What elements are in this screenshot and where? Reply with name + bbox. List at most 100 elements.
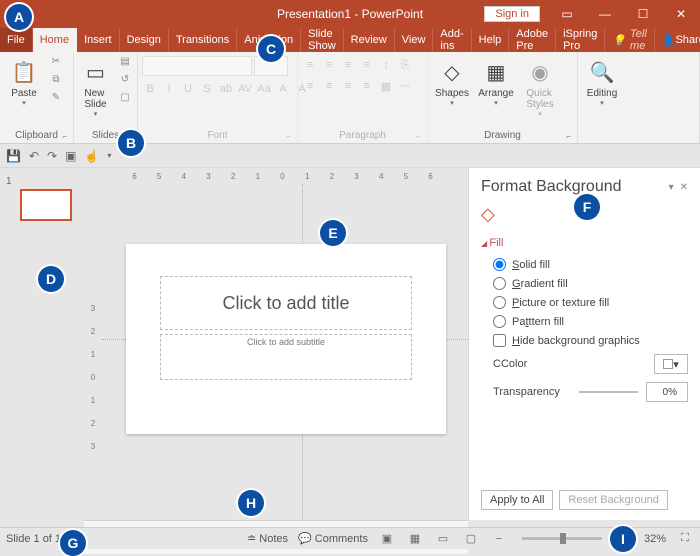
- pane-options-icon[interactable]: ▾: [669, 182, 674, 193]
- ribbon: 📋 Paste▾ ✂ ⧉ ✎ Clipboard⌐ ▭ New Slide▾ ▤…: [0, 52, 700, 144]
- save-icon[interactable]: 💾: [6, 149, 21, 163]
- badge-d: D: [38, 266, 64, 292]
- tab-view[interactable]: View: [395, 28, 434, 52]
- badge-e: E: [320, 220, 346, 246]
- fit-window-icon[interactable]: ⛶: [676, 532, 694, 545]
- subtitle-placeholder[interactable]: Click to add subtitle: [160, 334, 412, 380]
- pane-title: Format Background: [481, 178, 663, 196]
- editing-button[interactable]: 🔍Editing▾: [582, 56, 622, 107]
- tab-addins[interactable]: Add-ins: [433, 28, 471, 52]
- sorter-view-icon[interactable]: ▦: [406, 532, 424, 545]
- comments-toggle[interactable]: 💬 Comments: [298, 532, 368, 545]
- zoom-level[interactable]: 32%: [644, 533, 666, 545]
- tab-design[interactable]: Design: [120, 28, 169, 52]
- shapes-icon: ◇: [438, 58, 466, 86]
- thumb-number: 1: [6, 176, 78, 187]
- slideshow-view-icon[interactable]: ▢: [462, 532, 480, 545]
- transparency-slider[interactable]: [579, 391, 638, 393]
- quick-styles-button[interactable]: ◉Quick Styles▾: [520, 56, 560, 118]
- paste-button[interactable]: 📋 Paste▾: [4, 56, 44, 107]
- close-icon[interactable]: ✕: [662, 0, 700, 28]
- badge-f: F: [574, 194, 600, 220]
- slide-canvas[interactable]: Click to add title Click to add subtitle: [102, 184, 468, 520]
- start-from-beginning-icon[interactable]: ▣: [65, 149, 76, 163]
- arrange-button[interactable]: ▦Arrange▾: [476, 56, 516, 107]
- notes-toggle[interactable]: ≐ Notes: [247, 532, 288, 545]
- tab-tellme[interactable]: 💡Tell me: [605, 28, 654, 52]
- format-painter-icon[interactable]: ✎: [48, 92, 64, 108]
- tab-review[interactable]: Review: [344, 28, 395, 52]
- tab-help[interactable]: Help: [472, 28, 510, 52]
- quick-access-toolbar: 💾 ↶ ↷ ▣ ☝ ▾: [0, 144, 700, 168]
- tab-adobe[interactable]: Adobe Pre: [509, 28, 556, 52]
- tab-insert[interactable]: Insert: [77, 28, 120, 52]
- window-title: Presentation1 - PowerPoint: [277, 7, 423, 21]
- slide-thumbnails-panel: 1: [0, 168, 84, 520]
- badge-h: H: [238, 490, 264, 516]
- group-clipboard: 📋 Paste▾ ✂ ⧉ ✎ Clipboard⌐: [0, 52, 74, 143]
- picture-fill-option[interactable]: Picture or texture fill: [481, 293, 688, 312]
- ribbon-tabs: File Home Insert Design Transitions Anim…: [0, 28, 700, 52]
- fill-section[interactable]: Fill: [481, 237, 688, 249]
- ribbon-options-icon[interactable]: ▭: [548, 0, 586, 28]
- apply-to-all-button[interactable]: Apply to All: [481, 490, 553, 510]
- undo-icon[interactable]: ↶: [29, 149, 39, 163]
- solid-fill-option[interactable]: Solid fill: [481, 255, 688, 274]
- cut-icon[interactable]: ✂: [48, 56, 64, 72]
- maximize-icon[interactable]: ☐: [624, 0, 662, 28]
- badge-b: B: [118, 130, 144, 156]
- title-placeholder[interactable]: Click to add title: [160, 276, 412, 330]
- format-background-pane: Format Background ▾ ✕ ◇ Fill Solid fill …: [468, 168, 700, 520]
- badge-g: G: [60, 530, 86, 556]
- tab-ispring[interactable]: iSpring Pro: [556, 28, 605, 52]
- redo-icon[interactable]: ↷: [47, 149, 57, 163]
- share-button[interactable]: 👤 Share: [655, 28, 700, 52]
- transparency-label: Transparency: [493, 386, 571, 398]
- vertical-ruler: 3210123: [84, 184, 102, 520]
- hide-bg-graphics-option[interactable]: Hide background graphics: [481, 331, 688, 350]
- tab-transitions[interactable]: Transitions: [169, 28, 237, 52]
- color-label: CColor: [493, 358, 571, 370]
- color-picker[interactable]: ▾: [654, 354, 688, 374]
- badge-c: C: [258, 36, 284, 62]
- reset-background-button[interactable]: Reset Background: [559, 490, 668, 510]
- slide-count[interactable]: Slide 1 of 1: [6, 533, 61, 545]
- zoom-slider[interactable]: [522, 537, 602, 540]
- new-slide-icon: ▭: [82, 58, 110, 86]
- paste-icon: 📋: [10, 58, 38, 86]
- pattern-fill-option[interactable]: Patttern fill: [481, 312, 688, 331]
- section-icon[interactable]: ▢: [117, 92, 133, 108]
- font-family-selector[interactable]: [142, 56, 252, 76]
- shapes-button[interactable]: ◇Shapes▾: [432, 56, 472, 107]
- tab-slideshow[interactable]: Slide Show: [301, 28, 344, 52]
- qat-more-icon[interactable]: ▾: [107, 151, 111, 160]
- arrange-icon: ▦: [482, 58, 510, 86]
- find-icon: 🔍: [588, 58, 616, 86]
- minimize-icon[interactable]: —: [586, 0, 624, 28]
- group-editing: 🔍Editing▾: [578, 52, 700, 143]
- status-bar: Slide 1 of 1 ≐ Notes 💬 Comments ▣ ▦ ▭ ▢ …: [0, 527, 700, 549]
- pane-close-icon[interactable]: ✕: [680, 182, 688, 193]
- new-slide-button[interactable]: ▭ New Slide▾: [78, 56, 113, 118]
- title-bar: ▣ Presentation1 - PowerPoint Sign in ▭ —…: [0, 0, 700, 28]
- group-paragraph: ≡≡≡≡↕⎘ ≡≡≡≡▦⎓ Paragraph⌐: [298, 52, 428, 143]
- touch-mode-icon[interactable]: ☝: [84, 149, 99, 163]
- group-font: BIUSabAVAaAA Font⌐: [138, 52, 298, 143]
- gradient-fill-option[interactable]: Gradient fill: [481, 274, 688, 293]
- tab-file[interactable]: File: [0, 28, 33, 52]
- reset-icon[interactable]: ↺: [117, 74, 133, 90]
- zoom-out-icon[interactable]: −: [490, 533, 508, 545]
- badge-a: A: [6, 4, 32, 30]
- layout-icon[interactable]: ▤: [117, 56, 133, 72]
- tab-home[interactable]: Home: [33, 28, 77, 52]
- badge-i: I: [610, 526, 636, 552]
- sign-in-button[interactable]: Sign in: [484, 6, 540, 22]
- slide-thumbnail[interactable]: [20, 189, 72, 221]
- group-drawing: ◇Shapes▾ ▦Arrange▾ ◉Quick Styles▾ Drawin…: [428, 52, 578, 143]
- copy-icon[interactable]: ⧉: [48, 74, 64, 90]
- slide-editor: 6 5 4 3 2 1 0 1 2 3 4 5 6 3210123 Click …: [84, 168, 468, 520]
- slide[interactable]: Click to add title Click to add subtitle: [126, 244, 446, 434]
- normal-view-icon[interactable]: ▣: [378, 532, 396, 545]
- transparency-value[interactable]: 0%: [646, 382, 688, 402]
- reading-view-icon[interactable]: ▭: [434, 532, 452, 545]
